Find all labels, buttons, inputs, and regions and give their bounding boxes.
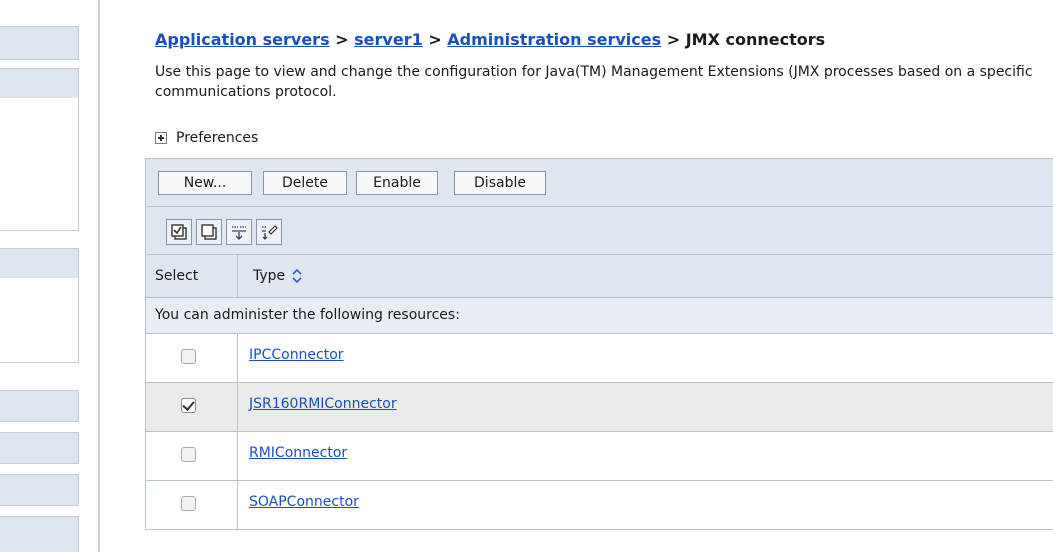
delete-button[interactable]: Delete (263, 171, 347, 195)
breadcrumb-application-servers[interactable]: Application servers (155, 30, 330, 49)
breadcrumb-separator: > (666, 30, 681, 49)
nav-section-header-2[interactable] (0, 68, 79, 100)
column-header-select: Select (155, 268, 199, 284)
nav-section-header-7[interactable] (0, 516, 79, 552)
connector-link[interactable]: JSR160RMIConnector (249, 396, 397, 412)
table-row: IPCConnector (146, 334, 1053, 383)
preferences-toggle[interactable]: Preferences (155, 130, 258, 146)
expand-plus-icon[interactable] (155, 132, 167, 144)
row-select-checkbox[interactable] (181, 447, 196, 462)
nav-section-header-1[interactable] (0, 26, 79, 60)
icon-toolbar (146, 207, 1053, 255)
main-content: Application servers > server1 > Administ… (145, 0, 1053, 552)
nav-section-header-5[interactable] (0, 432, 79, 464)
nav-section-header-3[interactable] (0, 248, 79, 280)
connector-link[interactable]: IPCConnector (249, 347, 344, 363)
nav-section-panel-2 (0, 98, 79, 231)
jmx-connectors-table: New... Delete Enable Disable Select Type… (145, 158, 1053, 530)
show-filter-icon[interactable] (226, 219, 252, 245)
nav-section-header-4[interactable] (0, 390, 79, 422)
select-all-icon[interactable] (166, 219, 192, 245)
table-header-row: Select Type (146, 255, 1053, 298)
table-row: JSR160RMIConnector (146, 383, 1053, 432)
column-header-type-label[interactable]: Type (253, 268, 285, 284)
frame-divider[interactable] (98, 0, 100, 552)
clear-filter-icon[interactable] (256, 219, 282, 245)
enable-button[interactable]: Enable (356, 171, 438, 195)
page-description: Use this page to view and change the con… (155, 64, 1033, 100)
column-header-type[interactable]: Type (253, 255, 303, 297)
connector-link[interactable]: RMIConnector (249, 445, 347, 461)
table-row: RMIConnector (146, 432, 1053, 481)
nav-section-panel-3 (0, 278, 79, 363)
deselect-all-icon[interactable] (196, 219, 222, 245)
breadcrumb-administration-services[interactable]: Administration services (447, 30, 661, 49)
resources-notice-row: You can administer the following resourc… (146, 298, 1053, 334)
row-select-checkbox[interactable] (181, 496, 196, 511)
row-select-checkbox[interactable] (181, 349, 196, 364)
breadcrumb-current-page: JMX connectors (685, 30, 826, 49)
breadcrumb-separator: > (428, 30, 442, 49)
checkmark-icon (182, 398, 195, 411)
connector-link[interactable]: SOAPConnector (249, 494, 359, 510)
nav-section-header-6[interactable] (0, 474, 79, 506)
breadcrumb-separator: > (335, 30, 349, 49)
sort-toggle-icon[interactable] (291, 268, 303, 284)
resources-notice: You can administer the following resourc… (155, 307, 460, 323)
preferences-label[interactable]: Preferences (176, 130, 258, 146)
button-toolbar: New... Delete Enable Disable (146, 159, 1053, 207)
app-root: Application servers > server1 > Administ… (0, 0, 1053, 552)
disable-button[interactable]: Disable (454, 171, 546, 195)
left-navigation (0, 0, 80, 552)
row-select-checkbox[interactable] (181, 398, 196, 413)
breadcrumb-server1[interactable]: server1 (354, 30, 423, 49)
new-button[interactable]: New... (158, 171, 252, 195)
table-row: SOAPConnector (146, 481, 1053, 530)
breadcrumb: Application servers > server1 > Administ… (155, 30, 825, 49)
